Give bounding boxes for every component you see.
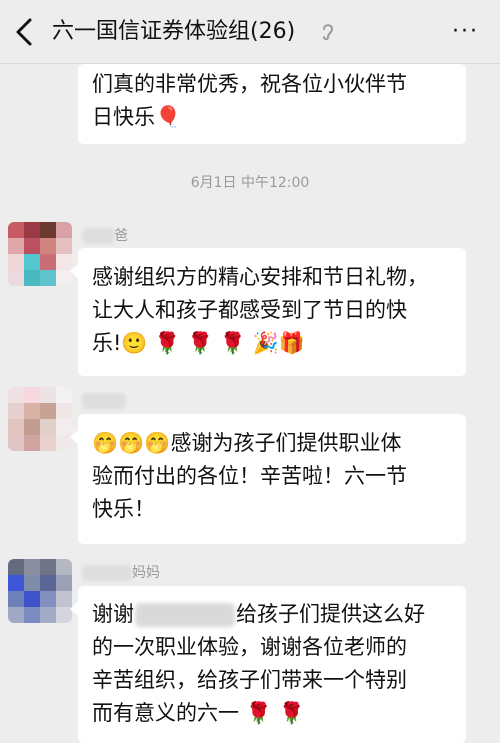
sender-name <box>82 391 126 411</box>
message-line: 感谢组织方的精心安排和节日礼物， <box>92 265 428 289</box>
back-arrow-icon[interactable] <box>10 14 40 50</box>
more-options-icon[interactable]: ··· <box>452 21 482 43</box>
avatar[interactable] <box>8 222 72 286</box>
blurred-name <box>82 228 114 244</box>
blurred-name <box>135 603 235 627</box>
message-bubble[interactable]: 们真的非常优秀，祝各位小伙伴节 日快乐🎈 <box>78 64 466 144</box>
mute-ear-icon <box>323 24 334 41</box>
sender-name: 爸 <box>82 226 128 246</box>
message-line-prefix: 谢谢 <box>92 602 134 626</box>
message-line: 们真的非常优秀，祝各位小伙伴节 <box>92 72 407 96</box>
message-line: 谢谢 给孩子们提供这么好 <box>92 598 452 631</box>
message-line: 快乐！ <box>92 497 155 521</box>
sender-name-suffix: 妈妈 <box>132 565 160 581</box>
message-line: 乐!🙂 🌹 🌹 🌹 🎉🎁 <box>92 331 306 355</box>
sender-name-suffix: 爸 <box>114 228 128 244</box>
message-line: 而有意义的六一 🌹 🌹 <box>92 701 305 725</box>
message-bubble[interactable]: 🤭🤭🤭感谢为孩子们提供职业体 验而付出的各位！辛苦啦！六一节 快乐！ <box>70 414 466 544</box>
message-line: 日快乐🎈 <box>92 105 182 129</box>
message-line: 辛苦组织，给孩子们带来一个特别 <box>92 668 407 692</box>
message-bubble[interactable]: 感谢组织方的精心安排和节日礼物， 让大人和孩子都感受到了节日的快 乐!🙂 🌹 🌹… <box>70 248 466 376</box>
sender-name: 妈妈 <box>82 563 160 583</box>
message-line: 验而付出的各位！辛苦啦！六一节 <box>92 464 407 488</box>
message-bubble[interactable]: 谢谢 给孩子们提供这么好 的一次职业体验，谢谢各位老师的 辛苦组织，给孩子们带来一… <box>70 586 466 743</box>
avatar[interactable] <box>8 387 72 451</box>
chat-title[interactable]: 六一国信证券体验组(26) <box>52 14 295 50</box>
message-line-suffix: 给孩子们提供这么好 <box>236 602 425 626</box>
message-line: 的一次职业体验，谢谢各位老师的 <box>92 635 407 659</box>
message-line: 让大人和孩子都感受到了节日的快 <box>92 298 407 322</box>
chat-timestamp: 6月1日 中午12:00 <box>190 175 310 191</box>
message-line: 🤭🤭🤭感谢为孩子们提供职业体 <box>92 431 402 455</box>
blurred-name <box>82 565 132 581</box>
avatar[interactable] <box>8 559 72 623</box>
chat-header: 六一国信证券体验组(26) ··· <box>0 0 500 64</box>
blurred-name <box>82 393 126 409</box>
